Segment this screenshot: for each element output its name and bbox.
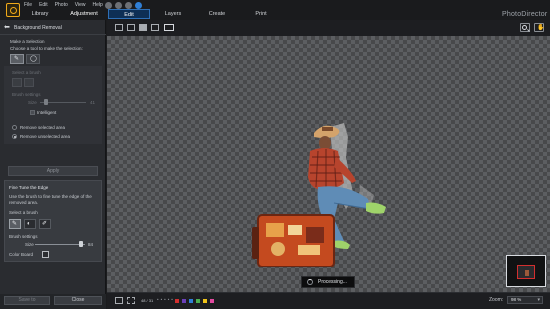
lasso-icon: ◯ xyxy=(30,56,37,62)
spinner-icon xyxy=(307,279,313,285)
redo-icon[interactable] xyxy=(115,2,122,9)
fine-tune-description: Use the brush to fine tune the edge of t… xyxy=(9,194,92,205)
size-value: 84 xyxy=(88,242,94,247)
app-window: File Edit Photo View Help Library Adjust… xyxy=(0,0,550,309)
fine-tune-box: Fine Tune the Edge Use the brush to fine… xyxy=(4,180,102,262)
panel-footer: Save to Close xyxy=(0,294,106,309)
tab-library[interactable]: Library xyxy=(18,11,62,17)
navigator-thumbnail[interactable] xyxy=(506,255,546,287)
title-bar: File Edit Photo View Help Library Adjust… xyxy=(0,0,550,20)
compare-view-icon[interactable] xyxy=(127,24,135,31)
color-label-yellow[interactable] xyxy=(203,299,207,303)
fine-brush-add-button[interactable]: ✎ xyxy=(9,219,21,229)
select-brush-label: Select a brush xyxy=(9,210,38,215)
panel-title: Background Removal xyxy=(14,25,62,31)
before-after-icon[interactable] xyxy=(151,24,159,31)
quick-icons xyxy=(105,2,142,9)
zoom-select[interactable]: 98 % xyxy=(507,296,543,304)
tab-adjustment[interactable]: Adjustment xyxy=(62,11,106,17)
zoom-tool-button[interactable] xyxy=(520,23,530,32)
bottom-toolbar: 48 / 31 ••••• Zoom: 98 % xyxy=(107,292,550,309)
menu-view[interactable]: View xyxy=(75,2,86,8)
brush-subtract-button[interactable] xyxy=(24,78,34,87)
cloud-icon[interactable] xyxy=(135,2,142,9)
smart-brush-tool-button[interactable]: ✎ xyxy=(10,54,24,64)
undo-icon[interactable] xyxy=(105,2,112,9)
photo-counter: 48 / 31 xyxy=(141,298,154,303)
brush-add-icon: ✎ xyxy=(12,221,18,227)
close-button[interactable]: Close xyxy=(54,296,102,305)
brush-restore-icon: ◐ xyxy=(27,221,31,227)
brand-name: PhotoDirector xyxy=(502,11,548,18)
remove-selected-label: Remove selected area xyxy=(20,125,66,130)
menu-help[interactable]: Help xyxy=(93,2,103,8)
rating-dots[interactable]: ••••• xyxy=(157,297,175,302)
size-slider-track[interactable] xyxy=(35,244,85,245)
select-icon[interactable] xyxy=(127,297,135,304)
size-slider-knob[interactable] xyxy=(79,241,83,247)
menu-edit[interactable]: Edit xyxy=(39,2,48,8)
color-label-green[interactable] xyxy=(196,299,200,303)
tab-edit[interactable]: Edit xyxy=(108,9,150,19)
color-label-purple[interactable] xyxy=(182,299,186,303)
hand-icon: ✋ xyxy=(537,25,545,31)
size-slider-knob-dim[interactable] xyxy=(44,99,48,105)
size-value-dim: 41 xyxy=(90,100,96,105)
tab-print[interactable]: Print xyxy=(240,9,282,19)
fine-brush-erase-button[interactable]: ✐ xyxy=(39,219,51,229)
view-toolbar: ✋ xyxy=(107,20,550,36)
history-icon[interactable] xyxy=(125,2,132,9)
color-label-blue[interactable] xyxy=(189,299,193,303)
brush-settings-label: Brush settings xyxy=(9,234,38,239)
brush-settings-label-dim: Brush settings xyxy=(12,92,41,97)
choose-tool-label: Choose a tool to make the selection: xyxy=(10,46,83,51)
zoom-label: Zoom: xyxy=(489,297,504,303)
lasso-tool-button[interactable]: ◯ xyxy=(26,54,40,64)
brush-icon: ✎ xyxy=(14,56,20,62)
magnifier-icon xyxy=(522,25,527,30)
color-board-label: Color Board xyxy=(9,252,34,257)
remove-unselected-label: Remove unselected area xyxy=(20,134,71,139)
color-board-swatch[interactable] xyxy=(42,251,49,258)
left-panel: ⬅ Background Removal Make a Selection Ch… xyxy=(0,20,106,309)
navigator-viewport-frame[interactable] xyxy=(517,265,535,279)
back-arrow-icon[interactable]: ⬅ xyxy=(4,24,10,31)
menu-file[interactable]: File xyxy=(24,2,32,8)
hand-tool-button[interactable]: ✋ xyxy=(534,23,544,32)
brush-add-button[interactable] xyxy=(12,78,22,87)
filmstrip-icon[interactable] xyxy=(115,297,123,304)
make-selection-label: Make a Selection xyxy=(10,39,45,44)
divider xyxy=(0,34,106,35)
tab-create[interactable]: Create xyxy=(196,9,238,19)
navigator-thumbnail-image xyxy=(525,270,529,276)
size-label-dim: Size xyxy=(28,100,37,105)
processing-indicator: Processing... xyxy=(301,276,355,288)
menu-photo[interactable]: Photo xyxy=(55,2,68,8)
menu-bar: File Edit Photo View Help xyxy=(24,2,103,8)
size-label: Size xyxy=(25,242,34,247)
processing-text: Processing... xyxy=(318,279,347,285)
remove-unselected-radio[interactable] xyxy=(12,134,17,139)
save-to-button[interactable]: Save to xyxy=(4,296,50,305)
grid-view-icon[interactable] xyxy=(139,24,147,31)
fine-tune-title: Fine Tune the Edge xyxy=(9,185,49,190)
intelligent-checkbox[interactable] xyxy=(30,110,35,115)
select-brush-label-dim: Select a brush xyxy=(12,70,41,75)
tab-layers[interactable]: Layers xyxy=(152,9,194,19)
apply-button[interactable]: Apply xyxy=(8,166,98,176)
main-tabs: Edit Layers Create Print xyxy=(108,9,284,19)
fine-brush-restore-button[interactable]: ◐ xyxy=(24,219,36,229)
remove-selected-radio[interactable] xyxy=(12,125,17,130)
selection-options-box: Select a brush Brush settings Size 41 In… xyxy=(4,66,102,144)
intelligent-label: Intelligent xyxy=(37,110,57,115)
output-view-icon[interactable] xyxy=(164,24,174,31)
left-tabs: Library Adjustment xyxy=(18,11,106,17)
single-view-icon[interactable] xyxy=(115,24,123,31)
brush-erase-icon: ✐ xyxy=(42,221,48,227)
panel-header: ⬅ Background Removal xyxy=(0,23,106,33)
cutout-subject-image xyxy=(252,123,386,267)
color-label-red[interactable] xyxy=(175,299,179,303)
color-label-pink[interactable] xyxy=(210,299,214,303)
